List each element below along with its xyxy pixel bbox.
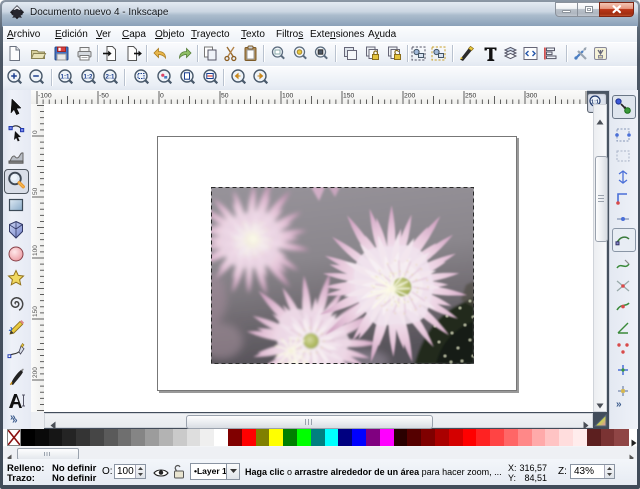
svg-text:-100: -100 [38,93,52,100]
svg-text:150: 150 [32,306,39,317]
svg-text:0: 0 [32,130,39,134]
svg-text:250: 250 [465,93,477,100]
svg-text:100: 100 [32,245,39,256]
svg-text:200: 200 [404,93,416,100]
svg-text:-50: -50 [99,93,109,100]
svg-text:150: 150 [343,93,355,100]
svg-text:300: 300 [526,93,538,100]
svg-text:100: 100 [282,93,294,100]
svg-text:50: 50 [221,93,229,100]
svg-text:1:2: 1:2 [84,73,94,80]
svg-text:1:1: 1:1 [61,73,71,80]
svg-text:50: 50 [32,187,39,195]
svg-text:2:1: 2:1 [106,73,116,80]
svg-text:0: 0 [160,93,164,100]
svg-text:200: 200 [32,367,39,378]
